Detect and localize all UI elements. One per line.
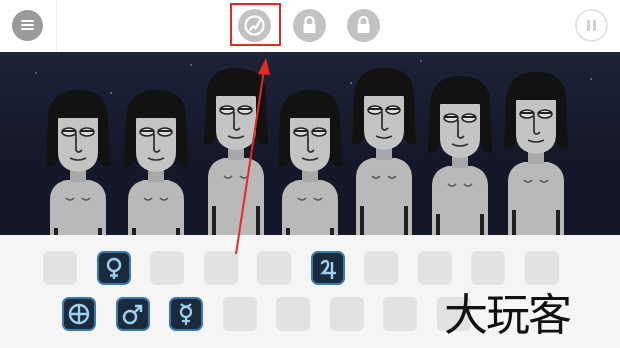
empty-sound-slot[interactable] bbox=[276, 297, 310, 331]
empty-sound-slot[interactable] bbox=[329, 297, 364, 331]
empty-sound-slot[interactable] bbox=[203, 251, 238, 285]
empty-sound-slot[interactable] bbox=[524, 251, 559, 285]
pause-button[interactable] bbox=[575, 9, 608, 42]
venus-symbol-sound-button[interactable] bbox=[96, 251, 131, 285]
empty-sound-slot[interactable] bbox=[364, 251, 398, 285]
performer[interactable] bbox=[494, 70, 578, 235]
mars-symbol-icon bbox=[122, 304, 142, 325]
empty-sound-slot[interactable] bbox=[150, 251, 184, 285]
top-bar bbox=[0, 0, 620, 52]
locked-mode-button[interactable] bbox=[347, 9, 380, 42]
performer[interactable] bbox=[114, 88, 198, 235]
empty-sound-slot[interactable] bbox=[471, 251, 505, 285]
empty-sound-slot[interactable] bbox=[222, 297, 257, 331]
stage bbox=[0, 52, 620, 235]
mars-symbol-sound-button[interactable] bbox=[115, 297, 150, 331]
performer[interactable] bbox=[418, 74, 502, 235]
hamburger-menu-icon[interactable] bbox=[12, 10, 43, 41]
watermark: 大玩客 bbox=[444, 290, 572, 341]
empty-sound-slot[interactable] bbox=[43, 251, 77, 285]
venus-symbol-icon bbox=[106, 257, 121, 279]
performer[interactable] bbox=[194, 66, 278, 235]
mercury-symbol-icon bbox=[179, 303, 193, 325]
jupiter-symbol-icon bbox=[319, 259, 336, 279]
lock-icon bbox=[303, 15, 316, 33]
performer[interactable] bbox=[268, 88, 352, 235]
earth-symbol-sound-button[interactable] bbox=[62, 297, 96, 331]
empty-sound-slot[interactable] bbox=[257, 251, 291, 285]
lock-icon bbox=[357, 15, 370, 33]
topbar-divider bbox=[56, 0, 57, 52]
locked-mode-button[interactable] bbox=[293, 9, 326, 42]
jupiter-symbol-sound-button[interactable] bbox=[310, 251, 345, 285]
mercury-symbol-sound-button[interactable] bbox=[169, 297, 203, 331]
empty-sound-slot[interactable] bbox=[383, 297, 417, 331]
pause-icon bbox=[587, 20, 590, 31]
empty-sound-slot[interactable] bbox=[417, 251, 452, 285]
highlight-box bbox=[230, 3, 281, 46]
performer[interactable] bbox=[342, 66, 426, 235]
performer[interactable] bbox=[36, 88, 120, 235]
earth-symbol-icon bbox=[68, 303, 90, 325]
